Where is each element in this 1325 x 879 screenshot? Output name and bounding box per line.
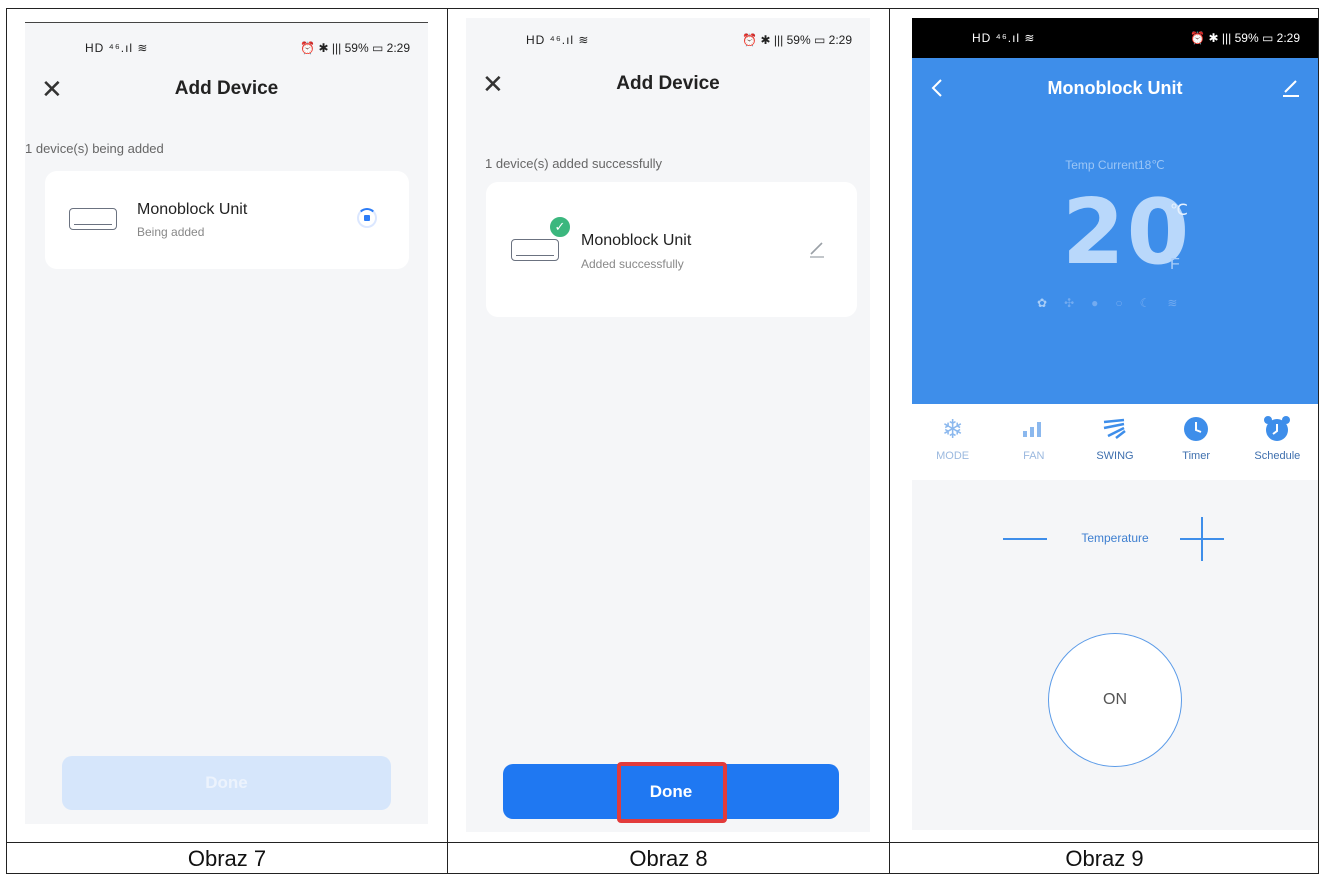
loading-spinner-icon (357, 208, 377, 228)
swing-icon (1100, 414, 1130, 444)
check-icon: ✓ (548, 215, 572, 239)
status-left: HD ⁴⁶.ıl ≋ (972, 31, 1036, 45)
screen-device-control: HD ⁴⁶.ıl ≋ ⏰ ✱ ||| 59% ▭ 2:29 Monoblock … (912, 18, 1318, 830)
snowflake-icon: ❄ (941, 413, 964, 444)
unit-celsius[interactable]: ℃ (1170, 200, 1188, 220)
tool-schedule[interactable]: Schedule (1242, 404, 1312, 480)
section-label: 1 device(s) added successfully (485, 156, 663, 171)
device-name: Monoblock Unit (581, 232, 692, 249)
device-card[interactable]: ✓ Monoblock Unit Added successfully (486, 182, 857, 317)
caption-2: Obraz 8 (629, 845, 708, 871)
section-label: 1 device(s) being added (25, 141, 164, 156)
temperature-control: Temperature (912, 517, 1318, 561)
sun-icon: ○ (1115, 296, 1123, 310)
fan-icon: ✣ (1064, 296, 1075, 310)
device-status: Added successfully (581, 257, 684, 271)
highlight-box (617, 762, 727, 823)
nav-bar: ✕ Add Device (466, 62, 870, 106)
gear-icon: ✿ (1037, 296, 1048, 310)
caption-3: Obraz 9 (1065, 845, 1144, 871)
table-divider (447, 8, 448, 874)
tool-label: Schedule (1254, 450, 1301, 462)
page-title: Add Device (174, 78, 279, 99)
edit-icon[interactable] (808, 240, 826, 258)
tool-label: MODE (936, 450, 970, 462)
drop-icon: ● (1091, 296, 1099, 310)
power-button[interactable]: ON (1048, 633, 1182, 767)
status-bar: HD ⁴⁶.ıl ≋ ⏰ ✱ ||| 59% ▭ 2:29 (25, 28, 428, 68)
moon-icon: ☾ (1139, 296, 1151, 310)
tool-mode[interactable]: ❄ MODE (918, 404, 988, 480)
air-conditioner-icon (69, 208, 117, 230)
device-name: Monoblock Unit (137, 201, 248, 218)
temperature-label: Temperature (1081, 531, 1149, 545)
nav-bar: Monoblock Unit (912, 66, 1318, 110)
alarm-clock-icon (1262, 414, 1292, 444)
close-icon[interactable]: ✕ (41, 76, 63, 102)
screen-device-added: HD ⁴⁶.ıl ≋ ⏰ ✱ ||| 59% ▭ 2:29 ✕ Add Devi… (466, 18, 870, 832)
page-title: Monoblock Unit (1047, 77, 1183, 98)
status-right: ⏰ ✱ ||| 59% ▭ 2:29 (742, 33, 852, 47)
done-button[interactable]: Done (62, 756, 391, 810)
mode-indicators: ✿ ✣ ● ○ ☾ ≋ (1037, 296, 1177, 310)
clock-icon (1181, 414, 1211, 444)
status-left: HD ⁴⁶.ıl ≋ (85, 41, 149, 55)
heat-icon: ≋ (1167, 296, 1178, 310)
tool-label: Timer (1182, 450, 1210, 462)
tool-fan[interactable]: FAN (999, 404, 1069, 480)
device-status: Being added (137, 225, 205, 239)
plus-icon (1201, 517, 1203, 561)
page-title: Add Device (616, 73, 720, 94)
caption-1: Obraz 7 (187, 845, 267, 871)
status-left: HD ⁴⁶.ıl ≋ (526, 33, 590, 47)
table-divider (889, 8, 890, 874)
function-toolbar: ❄ MODE FAN SWING Timer Schedule (912, 404, 1318, 480)
status-bar: HD ⁴⁶.ıl ≋ ⏰ ✱ ||| 59% ▭ 2:29 (912, 18, 1318, 58)
tool-swing[interactable]: SWING (1080, 404, 1150, 480)
unit-fahrenheit[interactable]: F (1170, 256, 1180, 274)
device-card[interactable]: Monoblock Unit Being added (45, 171, 409, 269)
status-bar: HD ⁴⁶.ıl ≋ ⏰ ✱ ||| 59% ▭ 2:29 (466, 20, 870, 60)
nav-bar: ✕ Add Device (25, 67, 428, 111)
back-icon[interactable] (930, 78, 944, 98)
current-temperature: Temp Current18℃ (1065, 158, 1165, 172)
tool-label: SWING (1096, 450, 1134, 462)
air-conditioner-icon (511, 239, 559, 261)
spinner-dot (364, 215, 370, 221)
screen-adding-device: HD ⁴⁶.ıl ≋ ⏰ ✱ ||| 59% ▭ 2:29 ✕ Add Devi… (25, 22, 428, 824)
edit-icon[interactable] (1282, 79, 1300, 97)
status-right: ⏰ ✱ ||| 59% ▭ 2:29 (1190, 31, 1300, 45)
tool-label: FAN (1023, 450, 1045, 462)
close-icon[interactable]: ✕ (482, 71, 504, 97)
tool-timer[interactable]: Timer (1161, 404, 1231, 480)
status-right: ⏰ ✱ ||| 59% ▭ 2:29 (300, 41, 410, 55)
fan-speed-icon (1019, 414, 1049, 444)
